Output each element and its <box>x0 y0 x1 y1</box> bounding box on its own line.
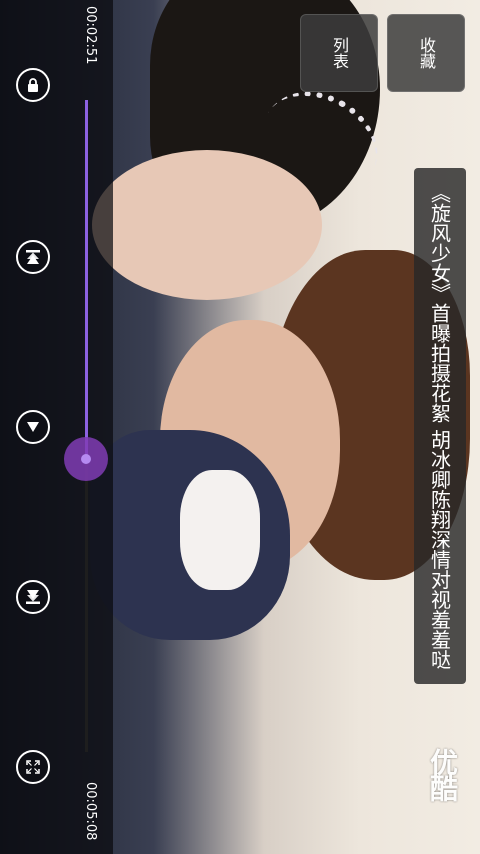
lock-icon <box>28 78 38 92</box>
seek-bar-thumb[interactable] <box>64 436 108 481</box>
seek-bar[interactable] <box>64 100 108 752</box>
previous-button[interactable] <box>16 240 50 274</box>
play-icon <box>27 422 39 432</box>
video-title-banner: 《旋风少女》首曝拍摄花絮 胡冰卿陈翔深情对视羞羞哒 <box>414 168 466 684</box>
video-player-screen[interactable]: 00:02:51 00:05:08 列表 收藏 《旋风少女》首曝拍摄花絮 胡冰卿… <box>0 0 480 854</box>
skip-previous-icon <box>26 250 40 264</box>
play-button[interactable] <box>16 410 50 444</box>
seek-bar-progress <box>85 100 88 459</box>
list-button-label: 列表 <box>330 37 349 69</box>
time-total: 00:05:08 <box>83 782 98 841</box>
fullscreen-icon <box>26 760 40 774</box>
fullscreen-button[interactable] <box>16 750 50 784</box>
next-button[interactable] <box>16 580 50 614</box>
favorite-button[interactable]: 收藏 <box>387 14 465 92</box>
lock-button[interactable] <box>16 68 50 102</box>
favorite-button-label: 收藏 <box>417 37 436 69</box>
playback-control-panel: 00:02:51 00:05:08 <box>0 0 113 854</box>
skip-next-icon <box>26 590 40 604</box>
list-button[interactable]: 列表 <box>300 14 378 92</box>
time-elapsed: 00:02:51 <box>83 6 98 65</box>
seek-thumb-dot <box>81 453 91 464</box>
video-scene-collar <box>180 470 260 590</box>
youku-logo-watermark: 优酷 <box>426 748 459 800</box>
video-title: 《旋风少女》首曝拍摄花絮 胡冰卿陈翔深情对视羞羞哒 <box>427 182 452 670</box>
